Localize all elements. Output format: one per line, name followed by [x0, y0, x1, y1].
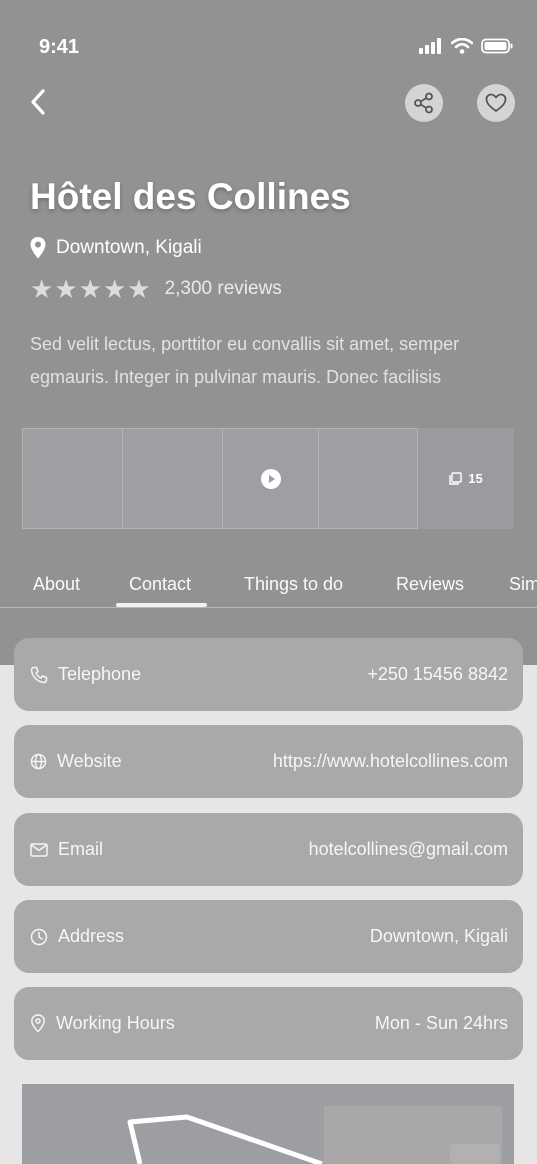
- share-icon: [414, 92, 433, 114]
- play-icon: [260, 468, 281, 489]
- contact-working-hours[interactable]: Working Hours Mon - Sun 24hrs: [14, 987, 523, 1060]
- contact-label-text: Address: [58, 926, 125, 946]
- star-icon: ★: [78, 274, 102, 304]
- contact-telephone[interactable]: Telephone +250 15456 8842: [14, 638, 523, 711]
- contact-label: Website: [30, 751, 122, 772]
- contact-value: https://www.hotelcollines.com: [272, 751, 508, 771]
- contact-label: Working Hours: [30, 1013, 175, 1034]
- contact-value: Mon - Sun 24hrs: [374, 1013, 508, 1033]
- star-icon: ★: [30, 274, 54, 304]
- share-button[interactable]: [405, 84, 443, 122]
- rating-row: ★ ★ ★ ★ ★ 2,300 reviews: [30, 276, 282, 302]
- location-text: Downtown, Kigali: [56, 237, 202, 258]
- contact-label-text: Email: [58, 839, 104, 859]
- tab-reviews[interactable]: Reviews: [396, 574, 464, 595]
- tab-similar[interactable]: Similar: [509, 574, 537, 595]
- hotel-description: Sed velit lectus, porttitor eu convallis…: [30, 334, 460, 387]
- phone-icon: [30, 666, 48, 683]
- contact-label-text: Website: [57, 751, 122, 771]
- gallery-icon: [449, 472, 462, 485]
- status-icons: [419, 38, 513, 54]
- star-icon: ★: [54, 274, 78, 304]
- location-map[interactable]: [22, 1084, 514, 1164]
- mail-icon: [30, 842, 48, 857]
- contact-email[interactable]: Email hotelcollines@gmail.com: [14, 813, 523, 886]
- contact-label: Address: [30, 926, 124, 947]
- clock-icon: [30, 928, 48, 945]
- contact-label: Email: [30, 839, 103, 860]
- status-bar: 9:41: [0, 0, 537, 96]
- contact-value: +250 15456 8842: [367, 664, 508, 684]
- gallery-photo[interactable]: [122, 428, 222, 529]
- chevron-left-icon: [31, 89, 45, 115]
- contact-value: hotelcollines@gmail.com: [308, 839, 508, 859]
- battery-icon: [481, 38, 513, 54]
- gallery-photo[interactable]: [22, 428, 122, 529]
- location-pin-icon: [30, 237, 46, 259]
- hotel-location: Downtown, Kigali: [29, 236, 202, 260]
- gallery-photo[interactable]: [318, 428, 418, 529]
- star-icon: ★: [102, 274, 127, 304]
- status-time: 9:41: [39, 36, 80, 58]
- tab-bar: About Contact Things to do Reviews Simil…: [0, 562, 537, 608]
- hotel-title: Hôtel des Collines: [30, 176, 351, 217]
- gallery-count: 15: [468, 471, 483, 486]
- contact-address[interactable]: Address Downtown, Kigali: [14, 900, 523, 973]
- favorite-button[interactable]: [477, 84, 515, 122]
- gallery-more-button[interactable]: 15: [418, 428, 514, 529]
- location-pin-icon: [31, 1014, 45, 1033]
- contact-value: Downtown, Kigali: [369, 926, 508, 946]
- contact-label: Telephone: [30, 664, 141, 685]
- globe-icon: [30, 753, 47, 770]
- signal-icon: [419, 38, 441, 54]
- map-control[interactable]: [450, 1144, 500, 1164]
- wifi-icon: [451, 38, 473, 54]
- star-icon: ★: [127, 274, 151, 304]
- contact-label-text: Telephone: [58, 664, 142, 684]
- heart-icon: [485, 93, 507, 112]
- tab-contact[interactable]: Contact: [129, 574, 191, 595]
- contact-label-text: Working Hours: [56, 1013, 175, 1033]
- tab-about[interactable]: About: [33, 574, 80, 595]
- star-rating: ★ ★ ★ ★ ★: [30, 276, 151, 302]
- gallery-video[interactable]: [222, 428, 318, 529]
- review-count[interactable]: 2,300 reviews: [165, 278, 282, 300]
- active-tab-indicator: [116, 603, 207, 607]
- photo-gallery: 15: [22, 428, 514, 529]
- tab-things-to-do[interactable]: Things to do: [244, 574, 343, 595]
- contact-website[interactable]: Website https://www.hotelcollines.com: [14, 725, 523, 798]
- back-button[interactable]: [22, 86, 54, 118]
